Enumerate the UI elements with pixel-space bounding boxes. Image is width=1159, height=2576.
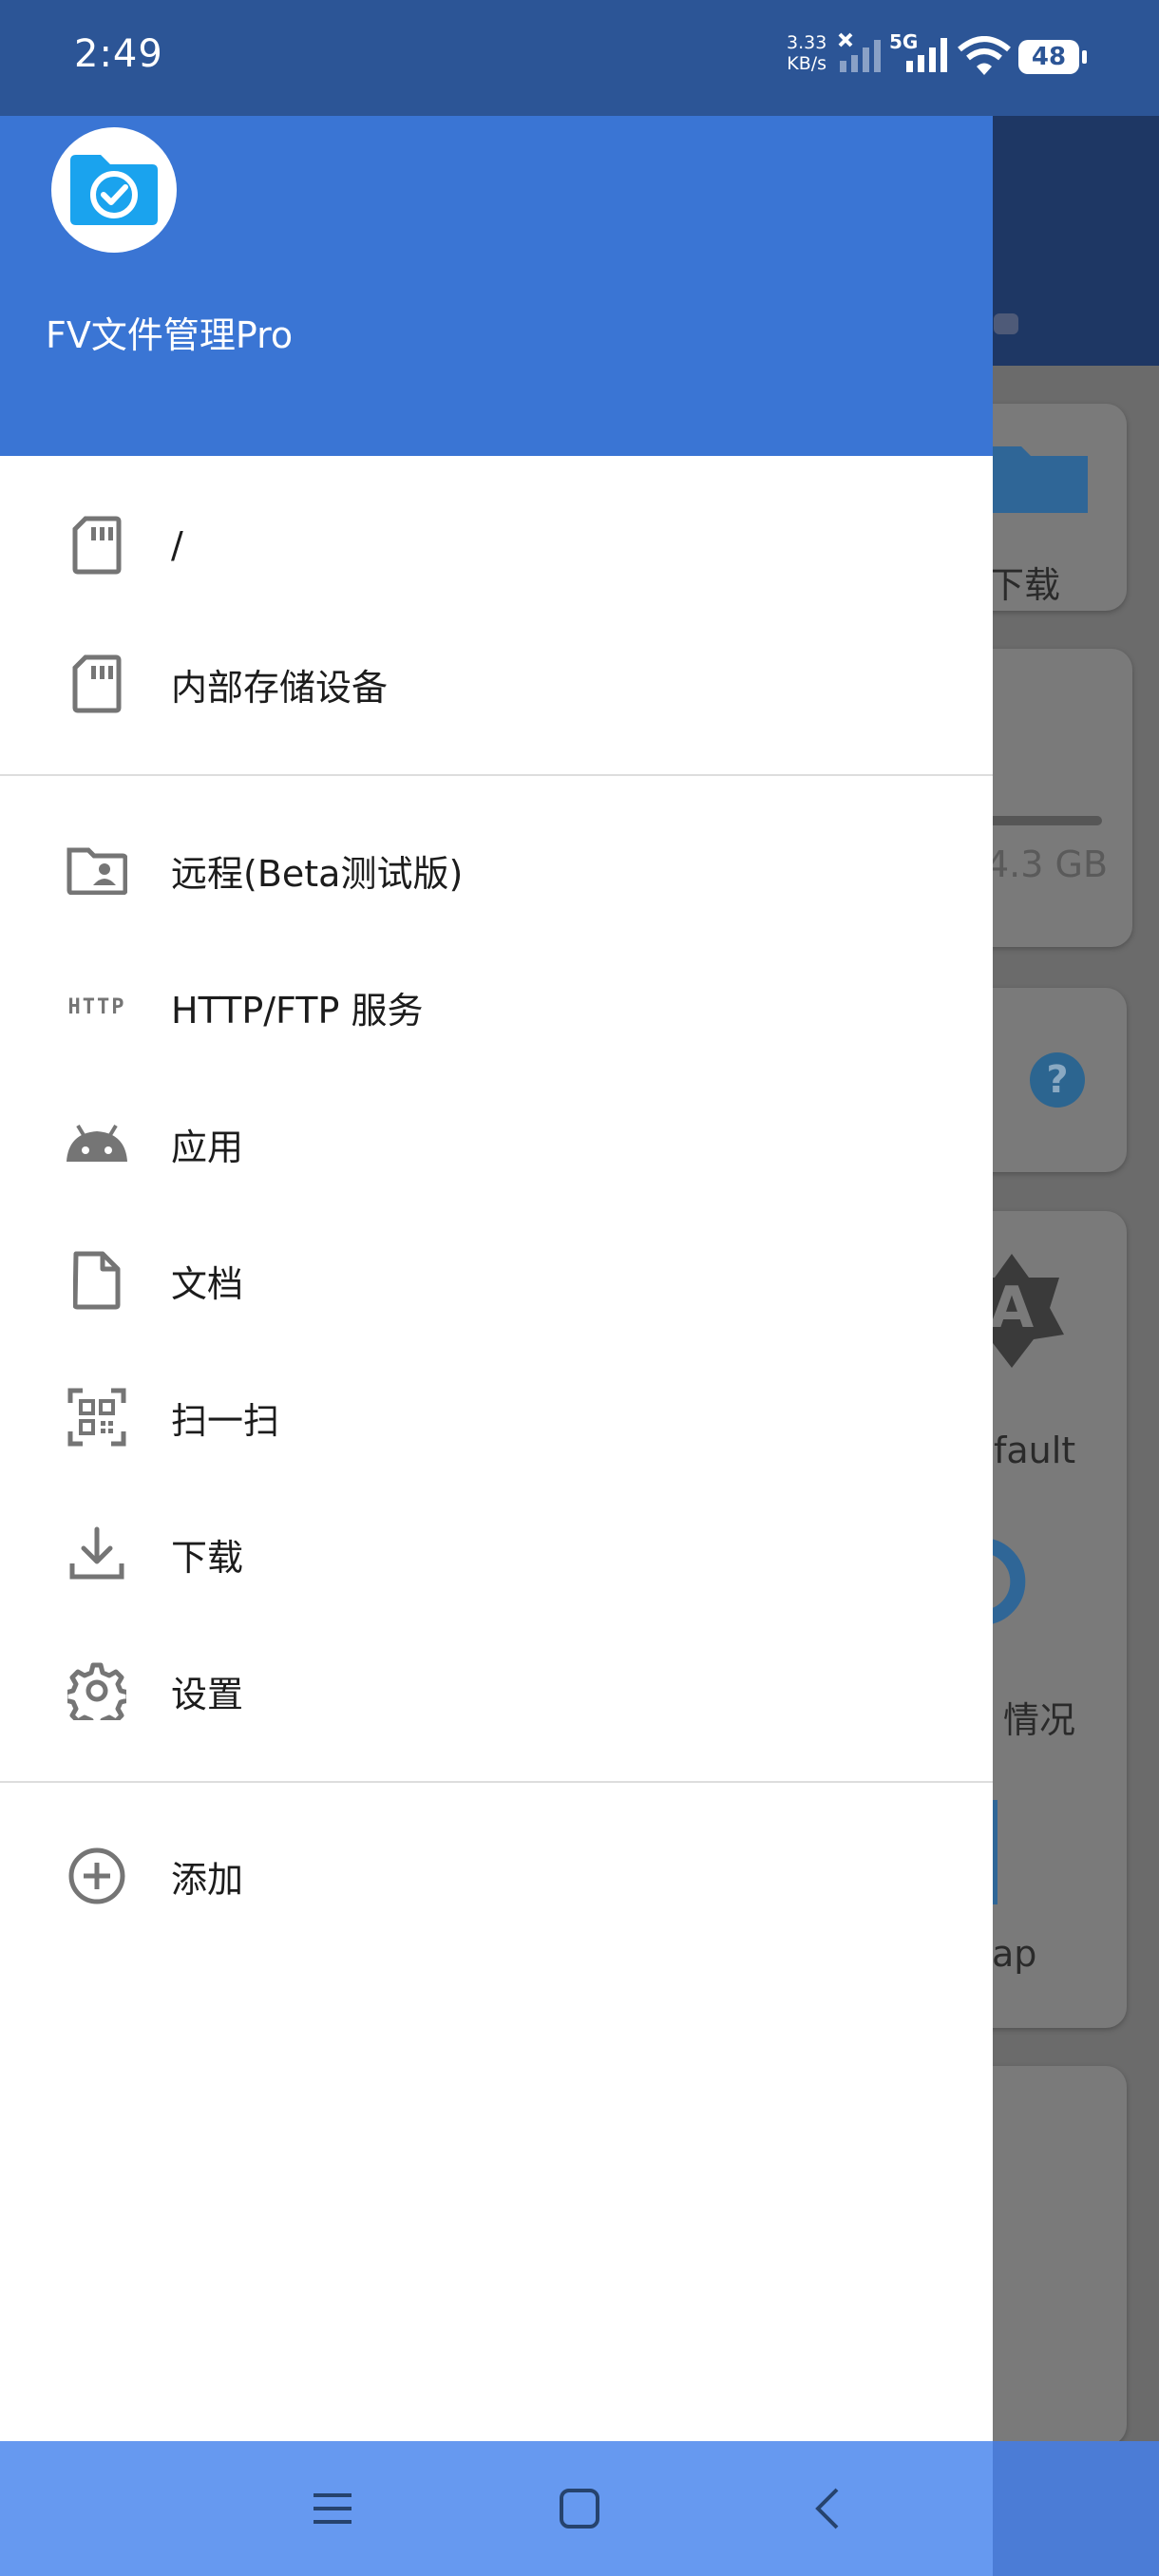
app-logo <box>51 127 177 253</box>
drawer-divider <box>0 774 993 776</box>
document-icon <box>65 1248 129 1313</box>
background-storage-size: 4.3 GB <box>986 843 1109 885</box>
navigation-drawer: FV文件管理Pro / 内部存储设备 远程(Beta测试版) HTTP HTTP… <box>0 0 993 2576</box>
drawer-item-apps[interactable]: 应用 <box>0 1077 993 1210</box>
add-circle-icon <box>65 1844 129 1908</box>
status-time: 2:49 <box>74 32 163 76</box>
status-net-rate-unit: KB/s <box>787 53 827 74</box>
recent-apps-button[interactable] <box>298 2474 367 2543</box>
download-icon <box>65 1522 129 1586</box>
drawer-item-label: / <box>171 524 183 566</box>
background-usage-label: 情况 <box>1003 1699 1076 1741</box>
qr-scan-icon <box>65 1385 129 1449</box>
signal-strength-icon <box>906 38 947 72</box>
drawer-item-label: 文档 <box>171 1262 244 1305</box>
drawer-item-label: 内部存储设备 <box>171 666 389 709</box>
drawer-item-label: 扫一扫 <box>171 1399 280 1442</box>
theme-badge-letter: A <box>990 1275 1035 1341</box>
back-button[interactable] <box>792 2474 861 2543</box>
drawer-item-label: 添加 <box>171 1858 244 1901</box>
drawer-item-add[interactable]: 添加 <box>0 1809 993 1942</box>
back-chevron-icon <box>815 2488 839 2529</box>
http-icon: HTTP <box>65 975 129 1039</box>
background-app-label: ap <box>992 1933 1037 1975</box>
folder-check-icon <box>70 155 158 225</box>
background-theme-label: fault <box>994 1430 1076 1471</box>
drawer-item-label: 远程(Beta测试版) <box>171 852 464 895</box>
background-download-label: 下载 <box>988 564 1061 606</box>
drawer-item-settings[interactable]: 设置 <box>0 1624 993 1757</box>
menu-icon <box>314 2493 352 2524</box>
drawer-item-internal-storage[interactable]: 内部存储设备 <box>0 617 993 750</box>
home-button[interactable] <box>545 2474 614 2543</box>
app-name: FV文件管理Pro <box>46 314 294 356</box>
help-icon: ? <box>1030 1052 1085 1108</box>
status-bar: 2:49 3.33 KB/s 5G 48 <box>0 0 1159 116</box>
status-net-rate: 3.33 KB/s <box>787 32 826 74</box>
sd-card-icon <box>65 652 129 716</box>
drawer-item-label: 下载 <box>171 1536 244 1579</box>
status-net-rate-value: 3.33 <box>787 32 827 53</box>
drawer-item-http-ftp[interactable]: HTTP HTTP/FTP 服务 <box>0 940 993 1073</box>
background-storage-bar <box>988 816 1102 825</box>
gear-icon <box>65 1658 129 1723</box>
drawer-item-scan[interactable]: 扫一扫 <box>0 1351 993 1484</box>
android-icon <box>65 1111 129 1176</box>
drawer-header: FV文件管理Pro <box>0 116 993 456</box>
background-folder-icon <box>993 446 1088 513</box>
drawer-item-documents[interactable]: 文档 <box>0 1214 993 1347</box>
drawer-item-label: HTTP/FTP 服务 <box>171 989 424 1032</box>
drawer-item-label: 应用 <box>171 1126 244 1168</box>
drawer-item-label: 设置 <box>171 1673 244 1715</box>
remote-folder-icon <box>65 838 129 902</box>
drawer-divider <box>0 1781 993 1783</box>
drawer-item-root[interactable]: / <box>0 479 993 612</box>
background-robot-icon <box>994 313 1018 334</box>
drawer-item-downloads[interactable]: 下载 <box>0 1487 993 1620</box>
sd-card-icon <box>65 513 129 578</box>
http-icon-text: HTTP <box>67 994 126 1019</box>
battery-icon: 48 <box>1018 40 1087 74</box>
home-square-icon <box>560 2489 599 2529</box>
drawer-item-remote[interactable]: 远程(Beta测试版) <box>0 804 993 937</box>
signal-no-sim-icon <box>838 32 881 72</box>
wifi-icon <box>958 36 1011 75</box>
